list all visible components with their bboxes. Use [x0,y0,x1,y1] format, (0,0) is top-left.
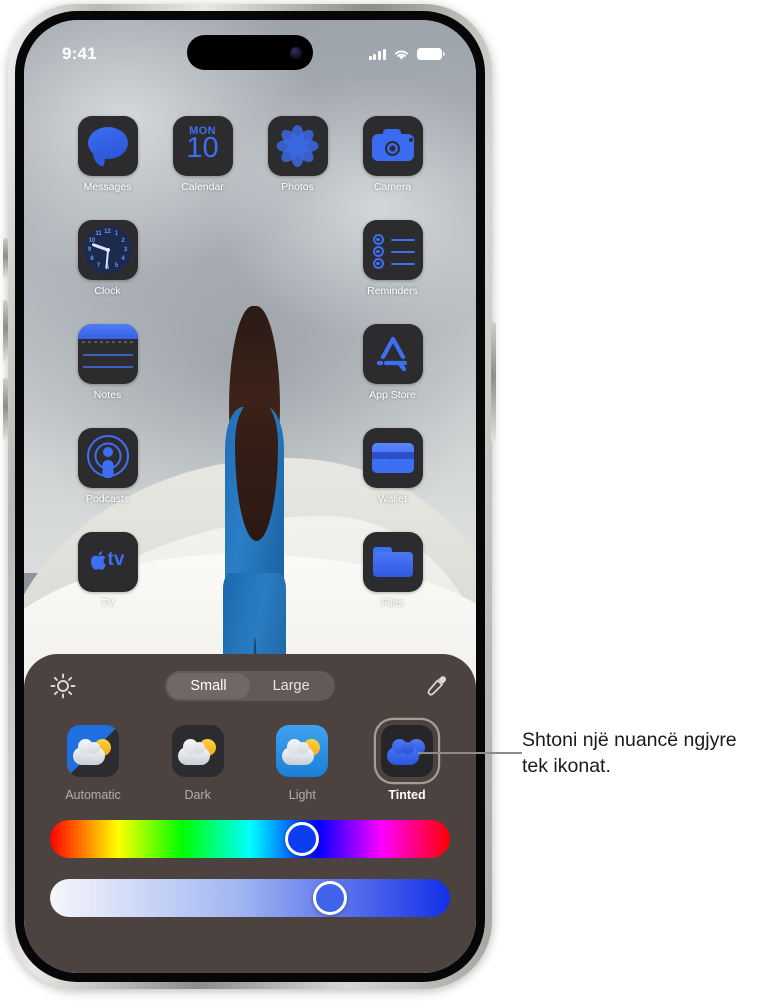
app-icon-clock[interactable]: 12 1 2 3 4 5 6 7 8 9 10 11 Clock [74,220,142,297]
appearance-mode-row: Automatic Dark Light Tinted [50,720,450,802]
appearance-mode-tinted[interactable]: Tinted [370,720,444,802]
app-store-glyph [376,336,407,372]
weather-preview-icon [67,725,119,777]
clock-icon[interactable]: 12 1 2 3 4 5 6 7 8 9 10 11 [77,220,138,280]
callout-leader-line [418,752,522,754]
photos-icon[interactable] [267,116,328,176]
cloud-icon [386,739,419,766]
podcasts-icon[interactable] [77,428,138,488]
clock-face: 12 1 2 3 4 5 6 7 8 9 10 11 [83,226,132,274]
app-label: App Store [369,389,416,401]
power-button[interactable] [491,322,496,442]
app-icon-podcasts[interactable]: Podcasts [74,428,142,505]
status-time: 9:41 [62,44,97,63]
iphone-device-frame: 9:41 Messages MON 10 Calendar Photos Cam… [8,4,492,989]
hue-slider-thumb[interactable] [285,822,319,856]
app-icon-notes[interactable]: Notes [74,324,142,401]
app-label: Camera [373,181,412,193]
camera-icon[interactable] [362,116,423,176]
app-label: Clock [94,285,121,297]
eyedropper-icon[interactable] [424,673,450,699]
mode-label: Light [288,788,316,802]
brightness-sun-icon[interactable] [50,673,76,699]
app-icon-tv[interactable]: tv TV [74,532,142,609]
dynamic-island [187,35,313,70]
phone-bezel: 9:41 Messages MON 10 Calendar Photos Cam… [15,11,485,982]
app-icon-messages[interactable]: Messages [74,116,142,193]
files-icon[interactable] [362,532,423,592]
weather-glyph [282,739,322,766]
intensity-slider[interactable] [50,879,450,917]
app-icon-camera[interactable]: Camera [359,116,427,193]
app-icon-reminders[interactable]: Reminders [359,220,427,297]
callout-text: Shtoni një nuancë ngjyre tek ikonat. [522,729,737,778]
mode-icon-wrap[interactable] [376,720,438,782]
weather-preview-icon [380,725,433,777]
cloud-icon [177,739,210,766]
appearance-mode-dark[interactable]: Dark [161,720,235,802]
app-label: Messages [83,181,132,193]
cellular-signal-icon [368,48,386,60]
app-icon-photos[interactable]: Photos [264,116,332,193]
photos-flower [275,123,321,169]
app-label: Reminders [367,285,418,297]
status-indicators [368,48,445,61]
hue-slider[interactable] [50,820,450,858]
mode-label: Automatic [65,788,121,802]
mode-icon-wrap[interactable] [167,720,229,782]
action-button[interactable] [3,238,8,278]
appearance-mode-light[interactable]: Light [265,720,339,802]
appearance-customization-sheet: Small Large Automatic Dark Light Tinted [24,654,476,973]
weather-preview-icon [171,725,224,777]
intensity-slider-thumb[interactable] [313,881,347,915]
size-option-small[interactable]: Small [167,673,250,699]
icon-size-segmented-control[interactable]: Small Large [165,671,335,701]
mode-label: Dark [184,788,211,802]
wifi-icon [394,49,409,60]
calendar-day: 10 [186,132,219,164]
cloud-icon [282,739,315,766]
app-label: Wallet [378,493,407,505]
sheet-toolbar: Small Large [50,668,450,704]
mode-icon-wrap[interactable] [271,720,333,782]
cloud-icon [73,739,105,766]
tv-icon[interactable]: tv [77,532,138,592]
mode-icon-wrap[interactable] [62,720,124,782]
calendar-icon[interactable]: MON 10 [172,116,233,176]
app-label: Notes [93,389,122,401]
wallet-icon[interactable] [362,428,423,488]
app-store-icon[interactable] [362,324,423,384]
app-label: TV [100,597,115,609]
volume-up-button[interactable] [3,300,8,362]
tv-wordmark: tv [107,549,125,570]
apple-logo-icon [90,551,106,570]
weather-preview-icon [276,725,329,777]
weather-glyph [73,739,113,766]
app-label: Files [381,597,404,609]
mode-label: Tinted [388,788,426,802]
app-icon-files[interactable]: Files [359,532,427,609]
battery-icon [417,48,445,60]
notes-icon[interactable] [77,324,138,384]
volume-down-button[interactable] [3,378,8,440]
messages-bubble [87,127,128,159]
size-option-large[interactable]: Large [250,673,333,699]
app-icon-app-store[interactable]: App Store [359,324,427,401]
app-icon-wallet[interactable]: Wallet [359,428,427,505]
front-camera-icon [290,46,302,59]
app-icon-calendar[interactable]: MON 10 Calendar [169,116,237,193]
home-screen-app-grid: Messages MON 10 Calendar Photos Camera 12 1 2 3 4 5… [24,116,476,609]
reminders-icon[interactable] [362,220,423,280]
appearance-mode-automatic[interactable]: Automatic [56,720,130,802]
weather-glyph [177,739,218,766]
messages-icon[interactable] [77,116,138,176]
phone-screen: 9:41 Messages MON 10 Calendar Photos Cam… [24,20,476,973]
app-label: Photos [281,181,314,193]
app-label: Calendar [181,181,224,193]
app-label: Podcasts [85,493,130,505]
